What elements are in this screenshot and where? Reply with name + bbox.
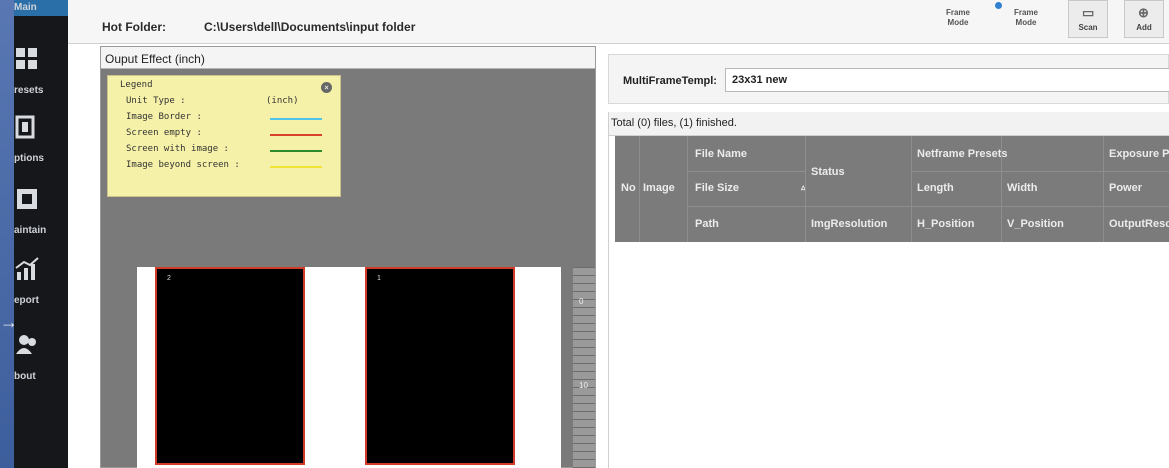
- sidebar-item-options[interactable]: ptions: [14, 108, 68, 168]
- column-divider: [687, 136, 688, 242]
- sidebar-item-label: resets: [14, 85, 44, 96]
- legend-line-screen-empty: [270, 134, 322, 136]
- frame-mode-option-2[interactable]: Frame Mode: [1006, 8, 1046, 28]
- legend-line-screen-with-image: [270, 150, 322, 152]
- scan-icon: ▭: [1082, 5, 1095, 20]
- ruler-mark: 10: [579, 381, 588, 390]
- col-output-resolution[interactable]: OutputReso: [1109, 218, 1169, 230]
- options-icon: [15, 115, 35, 139]
- multiframe-template-field[interactable]: 23x31 new: [725, 68, 1169, 92]
- legend-row: Image beyond screen :: [126, 160, 322, 174]
- col-no[interactable]: No: [621, 182, 636, 194]
- multiframe-template-label: MultiFrameTempl:: [623, 75, 717, 87]
- col-image[interactable]: Image: [643, 182, 675, 194]
- column-divider: [639, 136, 640, 242]
- file-grid-header: No Image File Name File Size ▵ Path Stat…: [615, 136, 1169, 242]
- sidebar-item-about[interactable]: bout: [14, 326, 68, 386]
- legend-box: Legend × Unit Type : (inch) Image Border…: [107, 75, 341, 197]
- ruler-mark: 0: [579, 297, 584, 306]
- col-file-name[interactable]: File Name: [695, 148, 747, 160]
- legend-text: Screen with image :: [126, 144, 229, 154]
- column-divider: [1001, 136, 1002, 242]
- col-width[interactable]: Width: [1007, 182, 1037, 194]
- legend-row: Screen with image :: [126, 144, 322, 158]
- window-edge: [0, 0, 14, 468]
- column-divider: [805, 136, 806, 242]
- row-divider: [687, 171, 805, 172]
- legend-text: Image Border :: [126, 112, 202, 122]
- row-divider: [911, 206, 1169, 207]
- screen-frame[interactable]: 1: [365, 267, 515, 465]
- presets-icon: [16, 48, 37, 69]
- total-files-status: Total (0) files, (1) finished.: [609, 112, 1169, 136]
- mode-radio-dot: [995, 2, 1002, 9]
- hot-folder-path: C:\Users\dell\Documents\input folder: [204, 20, 416, 34]
- legend-row: Unit Type : (inch): [126, 96, 316, 110]
- sidebar-item-label: bout: [14, 371, 36, 382]
- legend-row: Screen empty :: [126, 128, 322, 142]
- legend-text: Unit Type :: [126, 96, 186, 106]
- legend-title: Legend: [120, 80, 153, 90]
- sidebar-item-presets[interactable]: resets: [14, 40, 68, 100]
- close-icon[interactable]: ×: [321, 82, 332, 93]
- row-divider: [911, 171, 1169, 172]
- maintain-icon: [17, 189, 37, 209]
- sidebar-item-report[interactable]: eport: [14, 250, 68, 310]
- output-effect-panel: Ouput Effect (inch) Legend × Unit Type :…: [100, 46, 596, 468]
- vertical-ruler: 0 10: [573, 267, 595, 468]
- col-img-resolution[interactable]: ImgResolution: [811, 218, 887, 230]
- col-length[interactable]: Length: [917, 182, 954, 194]
- frame-number: 2: [167, 275, 171, 282]
- scan-button[interactable]: ▭ Scan: [1068, 0, 1108, 38]
- col-v-position[interactable]: V_Position: [1007, 218, 1064, 230]
- about-icon: [16, 335, 36, 354]
- screen-frame[interactable]: 2: [155, 267, 305, 465]
- frame-mode-option-1[interactable]: Frame Mode: [938, 8, 978, 28]
- col-h-position[interactable]: H_Position: [917, 218, 974, 230]
- column-divider: [1103, 136, 1104, 242]
- legend-text: Screen empty :: [126, 128, 202, 138]
- hot-folder-label: Hot Folder:: [102, 20, 166, 34]
- main-area: Hot Folder: C:\Users\dell\Documents\inpu…: [68, 0, 1169, 468]
- col-file-size[interactable]: File Size: [695, 182, 739, 194]
- row-divider: [805, 206, 911, 207]
- sidebar: Main resets ptions aintain eport bout: [14, 0, 68, 468]
- legend-text: Image beyond screen :: [126, 160, 240, 170]
- template-bar: MultiFrameTempl: 23x31 new: [608, 54, 1169, 104]
- sidebar-item-maintain[interactable]: aintain: [14, 180, 68, 240]
- sidebar-item-label: aintain: [14, 225, 47, 236]
- legend-line-image-beyond-screen: [270, 166, 322, 168]
- output-effect-title: Ouput Effect (inch): [101, 47, 595, 69]
- sidebar-item-label: Main: [14, 2, 37, 13]
- file-grid-panel: Total (0) files, (1) finished. No Image …: [608, 112, 1169, 468]
- sidebar-item-main[interactable]: Main: [14, 0, 68, 16]
- col-status[interactable]: Status: [811, 166, 845, 178]
- sidebar-item-label: eport: [14, 295, 39, 306]
- legend-value: (inch): [266, 96, 299, 106]
- legend-row: Image Border :: [126, 112, 322, 126]
- column-divider: [911, 136, 912, 242]
- col-exposure[interactable]: Exposure P: [1109, 148, 1169, 160]
- top-bar: Hot Folder: C:\Users\dell\Documents\inpu…: [68, 0, 1169, 44]
- frame-number: 1: [377, 275, 381, 282]
- report-icon: [15, 257, 39, 280]
- col-power[interactable]: Power: [1109, 182, 1142, 194]
- add-button[interactable]: ⊕ Add: [1124, 0, 1164, 38]
- scan-button-label: Scan: [1078, 23, 1098, 32]
- add-button-label: Add: [1136, 23, 1152, 32]
- add-icon: ⊕: [1138, 5, 1149, 20]
- sidebar-item-label: ptions: [14, 153, 44, 164]
- row-divider: [687, 206, 805, 207]
- legend-line-image-border: [270, 118, 322, 120]
- output-preview: 2 1 0 10: [137, 267, 595, 468]
- col-path[interactable]: Path: [695, 218, 719, 230]
- col-netframe-presets[interactable]: Netframe Presets: [917, 148, 1008, 160]
